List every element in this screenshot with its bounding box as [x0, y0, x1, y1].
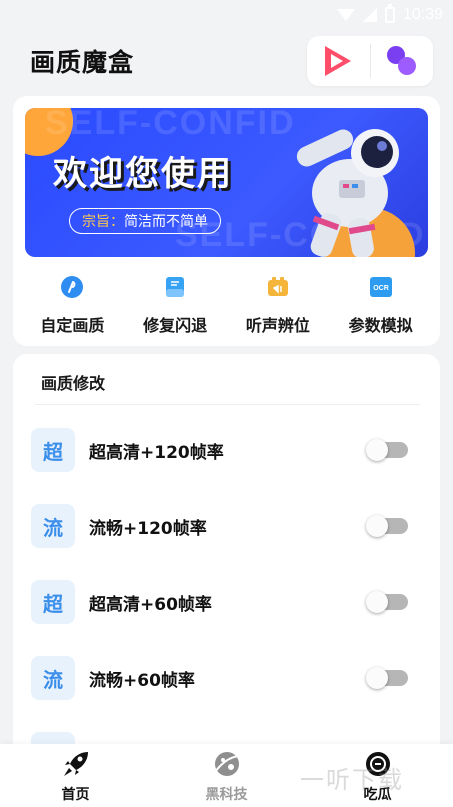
toggle-switch[interactable] — [366, 515, 408, 537]
header-actions — [307, 36, 433, 86]
shortcut-custom-quality[interactable]: 自定画质 — [22, 268, 122, 338]
feature-card: SELF-CONFID SELF-CONFID 欢迎您使用 宗旨： 简洁而不简单 — [13, 96, 440, 346]
shortcut-label: 自定画质 — [40, 316, 105, 335]
toggle-switch[interactable] — [366, 439, 408, 461]
setting-row: 流 流畅+60帧率 — [13, 648, 440, 708]
custom-quality-icon — [59, 274, 85, 300]
play-icon — [323, 46, 353, 76]
nav-label: 黑科技 — [205, 786, 248, 803]
mode-badge: 超 — [31, 580, 75, 624]
banner-title: 欢迎您使用 — [53, 154, 233, 194]
slogan-value: 简洁而不简单 — [124, 214, 208, 230]
shortcut-param-sim[interactable]: OCR 参数模拟 — [331, 268, 431, 338]
setting-row: 超 超高清+60帧率 — [13, 572, 440, 632]
nav-black-tech[interactable]: 黑科技 — [167, 748, 287, 804]
setting-row: 超 超高清+120帧率 — [13, 420, 440, 480]
watermark: 一听下载 — [300, 766, 404, 794]
setting-label: 流畅+60帧率 — [89, 670, 195, 691]
shortcut-label: 听声辨位 — [245, 316, 310, 335]
planet-icon — [209, 748, 245, 780]
banner-slogan: 宗旨： 简洁而不简单 — [69, 208, 221, 234]
nav-home[interactable]: 首页 — [16, 748, 136, 804]
section-title: 画质修改 — [41, 374, 106, 393]
shortcut-label: 参数模拟 — [348, 316, 413, 335]
status-bar: 10:39 — [0, 0, 453, 30]
shortcut-repair-crash[interactable]: 修复闪退 — [125, 268, 225, 338]
mode-badge: 流 — [31, 656, 75, 700]
app-header: 画质魔盒 — [0, 30, 453, 92]
mode-badge: 流 — [31, 504, 75, 548]
ocr-icon: OCR — [368, 274, 394, 300]
signal-icon — [362, 8, 377, 22]
divider — [35, 404, 420, 405]
shortcut-label: 修复闪退 — [143, 316, 208, 335]
more-button[interactable] — [371, 36, 434, 86]
nav-label: 首页 — [61, 786, 90, 803]
bubbles-icon — [386, 46, 417, 76]
shortcut-sound-locate[interactable]: 听声辨位 — [228, 268, 328, 338]
toggle-switch[interactable] — [366, 591, 408, 613]
shortcut-bar: 自定画质 修复闪退 听声辨位 OCR 参数模拟 — [13, 268, 440, 338]
welcome-banner[interactable]: SELF-CONFID SELF-CONFID 欢迎您使用 宗旨： 简洁而不简单 — [25, 108, 428, 257]
wifi-icon — [336, 9, 355, 21]
astronaut-illustration — [296, 129, 399, 257]
rocket-icon — [58, 748, 94, 780]
setting-label: 超高清+60帧率 — [89, 594, 212, 615]
quality-settings-card: 画质修改 超 超高清+120帧率 流 流畅+120帧率 超 超高清+60帧率 流… — [13, 354, 440, 774]
toggle-switch[interactable] — [366, 667, 408, 689]
svg-text:OCR: OCR — [373, 285, 389, 292]
slogan-key: 宗旨： — [82, 214, 124, 230]
setting-label: 流畅+120帧率 — [89, 518, 207, 539]
setting-label: 超高清+120帧率 — [89, 442, 224, 463]
sound-locate-icon — [265, 274, 291, 300]
setting-row: 流 流畅+120帧率 — [13, 496, 440, 556]
status-time: 10:39 — [402, 6, 443, 23]
play-button[interactable] — [307, 36, 370, 86]
repair-icon — [162, 274, 188, 300]
app-title: 画质魔盒 — [30, 48, 135, 77]
mode-badge: 超 — [31, 428, 75, 472]
battery-icon — [384, 4, 395, 23]
